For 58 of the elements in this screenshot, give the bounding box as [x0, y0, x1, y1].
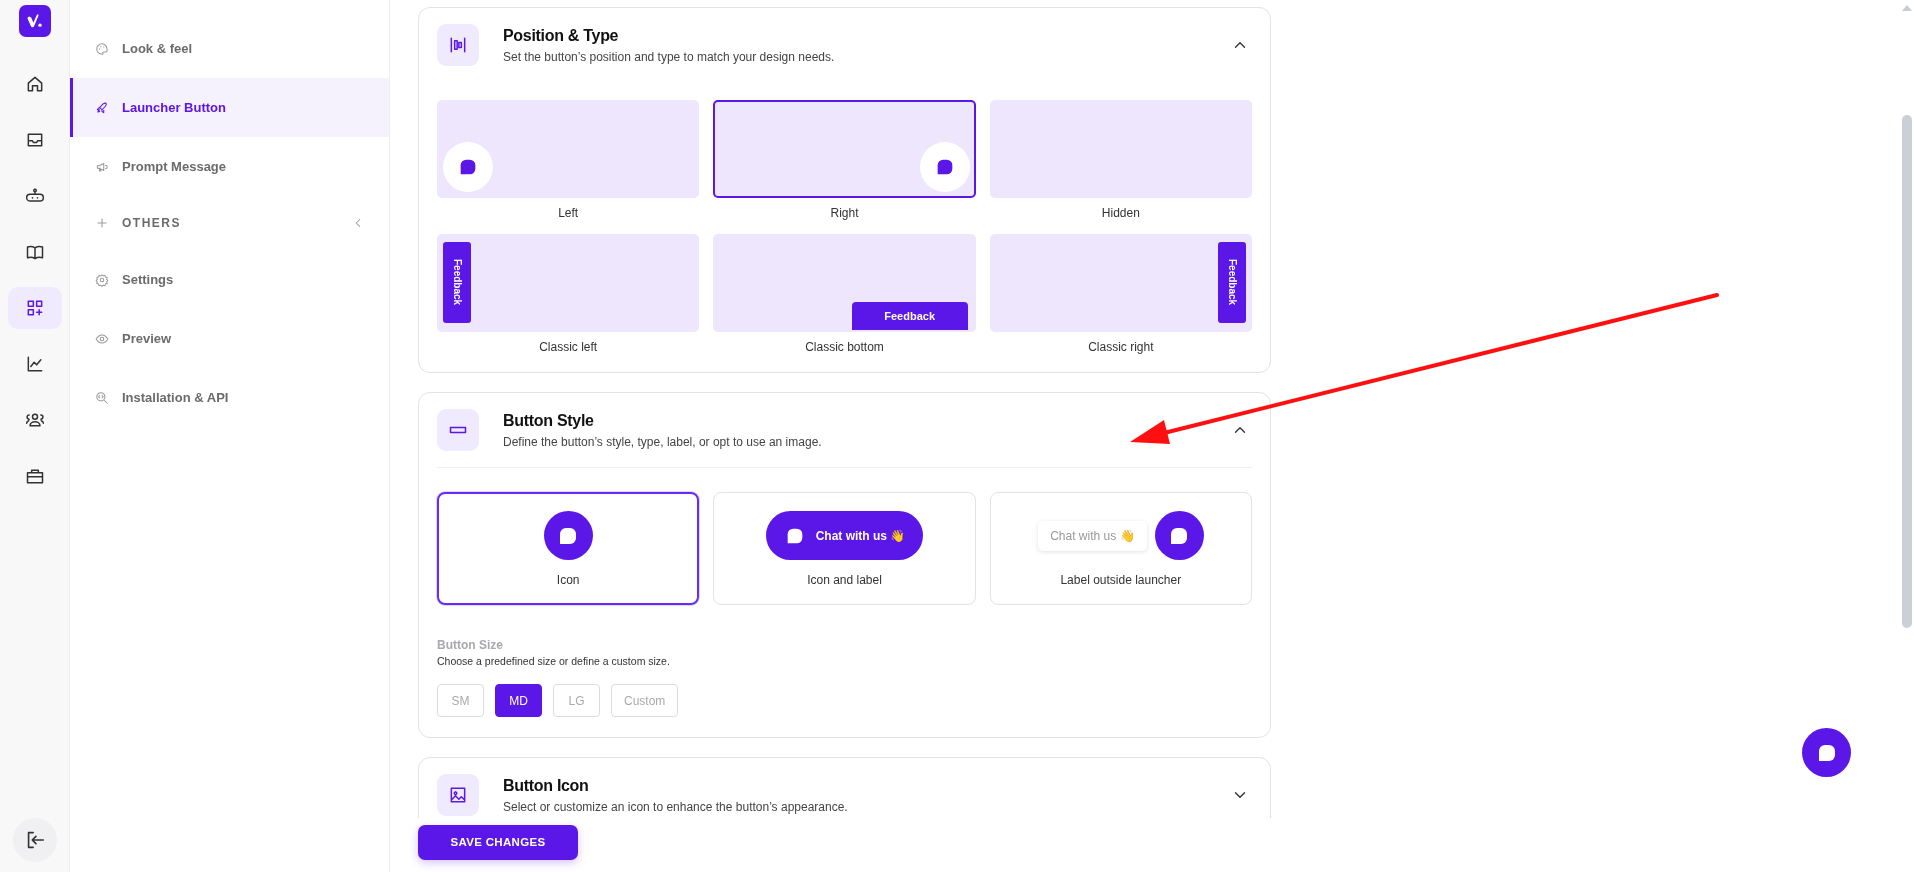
logo-icon[interactable]	[18, 5, 51, 37]
feedback-tab: Feedback	[851, 302, 968, 330]
columns-icon	[437, 24, 479, 66]
section-title: Position & Type	[503, 26, 620, 45]
launcher-preview-icon	[919, 142, 970, 192]
label-chip: Chat with us 👋	[1038, 520, 1147, 551]
magnifier-icon	[95, 390, 109, 405]
eye-icon	[95, 331, 109, 346]
option-label: Classic right	[1088, 340, 1154, 354]
option-label: Icon and label	[807, 572, 882, 587]
sidebar-item[interactable]: Settings	[70, 250, 389, 309]
feedback-tab: Feedback	[443, 242, 471, 323]
save-button[interactable]: SAVE CHANGES	[418, 824, 578, 860]
chat-launcher-button[interactable]	[1802, 728, 1851, 777]
logout-button[interactable]	[12, 818, 57, 862]
section-description: Select or customize an icon to enhance the button’s appearance.	[503, 799, 849, 814]
section-description: Set the button’s position and type to match your design needs.	[503, 49, 836, 64]
style-option[interactable]: Chat with us 👋 Icon and label	[713, 492, 976, 605]
field-label: Button Size	[437, 638, 504, 652]
section-title: Button Style	[503, 411, 595, 430]
position-option[interactable]: Feedback	[989, 234, 1252, 332]
size-option[interactable]: MD	[495, 684, 542, 717]
section-description: Define the button’s style, type, label, or opt to use an image.	[503, 434, 823, 449]
sidebar-item[interactable]: Installation & API	[70, 368, 389, 427]
sidebar-item[interactable]: Preview	[70, 309, 389, 368]
option-label: Right	[830, 206, 859, 220]
plus-icon	[95, 216, 109, 230]
palette-icon	[95, 41, 109, 56]
pill-label: Chat with us 👋	[815, 528, 906, 543]
option-label: Hidden	[1101, 206, 1140, 220]
style-option[interactable]: Chat with us 👋 Label outside launcher	[989, 492, 1252, 605]
launcher-preview-icon	[1154, 511, 1204, 560]
launcher-preview-icon	[543, 511, 593, 560]
style-option[interactable]: Icon	[437, 492, 700, 605]
feedback-tab: Feedback	[1218, 242, 1246, 323]
sidebar-group[interactable]: OTHERS	[70, 196, 389, 250]
position-option[interactable]: Feedback	[713, 234, 976, 332]
position-option[interactable]: Feedback	[437, 234, 700, 332]
rocket-icon	[95, 100, 109, 115]
option-label: Icon	[556, 572, 580, 587]
field-hint: Choose a predefined size or define a custom size.	[437, 655, 671, 667]
sidebar-item[interactable]: Look & feel	[70, 19, 389, 78]
option-label: Classic left	[539, 340, 598, 354]
gear-icon	[95, 272, 109, 287]
position-option[interactable]	[713, 100, 976, 198]
apps-nav-button[interactable]	[7, 287, 62, 329]
briefcase-icon	[24, 466, 45, 486]
option-label: Classic bottom	[805, 340, 884, 354]
option-label: Label outside launcher	[1060, 572, 1182, 587]
users-icon	[24, 410, 45, 430]
scrollbar-thumb[interactable]	[1902, 115, 1912, 628]
option-label: Left	[558, 206, 579, 220]
rectangle-icon	[437, 409, 479, 451]
sidebar-item[interactable]: Launcher Button	[70, 78, 389, 137]
sidebar-item[interactable]: Prompt Message	[70, 137, 389, 196]
section-title: Button Icon	[503, 776, 590, 795]
launcher-preview-icon	[443, 142, 493, 192]
image-icon	[437, 774, 479, 816]
